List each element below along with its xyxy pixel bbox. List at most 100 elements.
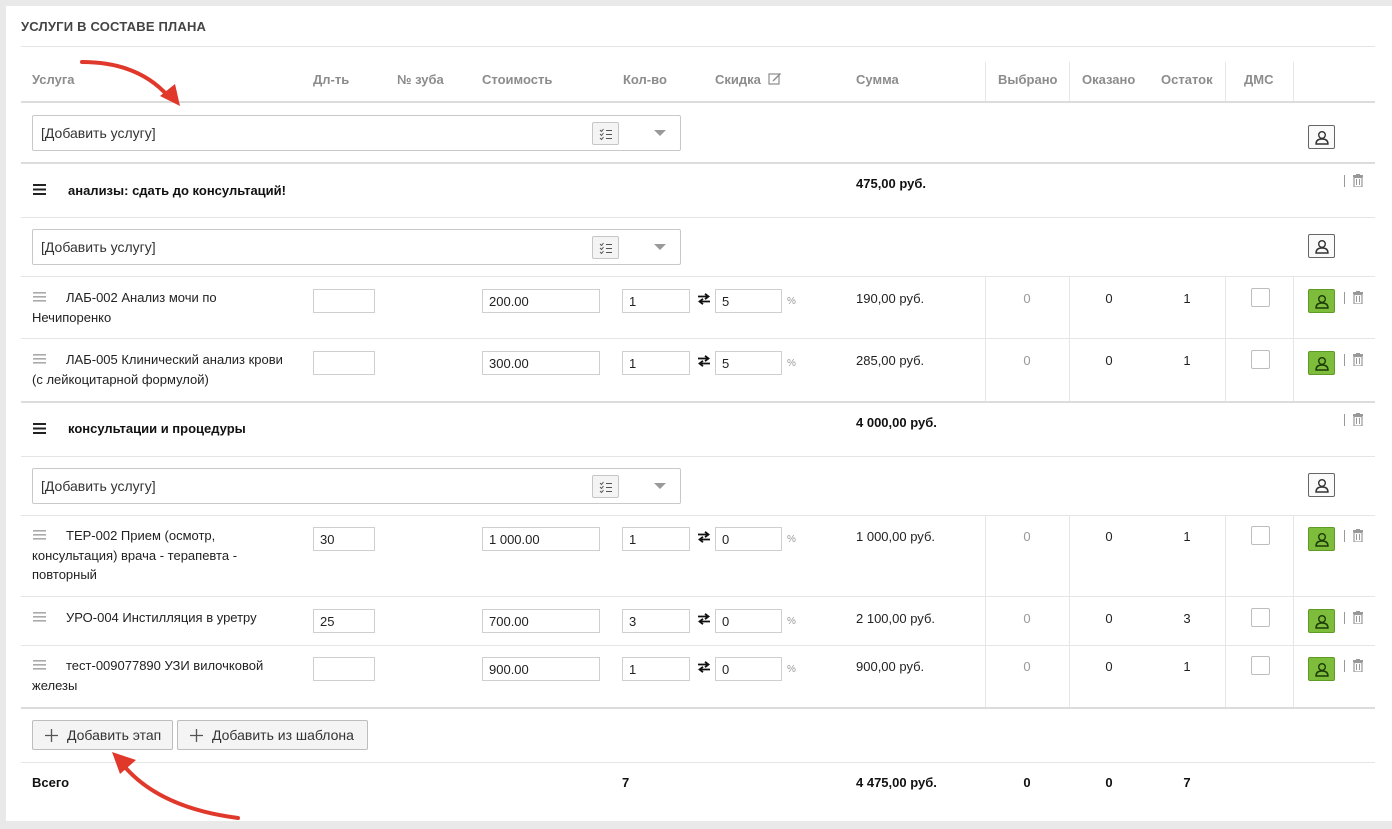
service-name: ТЕР-002 Прием (осмотр, консультация) вра…: [32, 528, 238, 582]
trash-icon[interactable]: [1353, 291, 1363, 304]
cell-divider: [1225, 277, 1226, 401]
duration-input[interactable]: [313, 351, 375, 375]
price-input[interactable]: [482, 609, 600, 633]
price-input[interactable]: [482, 351, 600, 375]
qty-input[interactable]: [622, 351, 690, 375]
dms-checkbox[interactable]: [1251, 350, 1270, 369]
divider: [21, 762, 1375, 763]
header-divider: [1069, 62, 1070, 102]
trash-icon[interactable]: [1353, 174, 1363, 187]
plus-icon: [45, 729, 58, 742]
edit-discount-icon[interactable]: [768, 71, 782, 85]
person-icon: [1315, 533, 1329, 547]
assign-doctor-button[interactable]: [1308, 657, 1335, 681]
chevron-down-icon[interactable]: [654, 483, 666, 489]
trash-icon[interactable]: [1353, 413, 1363, 426]
separator: [1344, 612, 1345, 624]
col-rest: Остаток: [1161, 72, 1213, 87]
price-input[interactable]: [482, 289, 600, 313]
service-list-button[interactable]: [592, 236, 619, 259]
cell-divider: [985, 516, 986, 707]
qty-input[interactable]: [622, 527, 690, 551]
person-icon: [1315, 240, 1329, 254]
row-sum: 900,00 руб.: [856, 659, 925, 674]
dms-checkbox[interactable]: [1251, 526, 1270, 545]
assign-doctor-button[interactable]: [1308, 289, 1335, 313]
duration-input[interactable]: [313, 657, 375, 681]
trash-icon[interactable]: [1353, 353, 1363, 366]
col-service: Услуга: [32, 72, 75, 87]
group-sum: 475,00 руб.: [856, 176, 927, 191]
duration-input[interactable]: [313, 527, 375, 551]
total-rest: 7: [1183, 775, 1191, 790]
service-list-button[interactable]: [592, 122, 619, 145]
rest-count: 1: [1183, 529, 1191, 544]
person-icon: [1315, 357, 1329, 371]
assign-doctor-button[interactable]: [1308, 234, 1335, 258]
total-sum: 4 475,00 руб.: [856, 775, 937, 790]
duration-input[interactable]: [313, 609, 375, 633]
assign-doctor-button[interactable]: [1308, 351, 1335, 375]
discount-input[interactable]: [715, 527, 782, 551]
trash-icon[interactable]: [1353, 529, 1363, 542]
group-menu-icon[interactable]: [33, 423, 46, 434]
price-input[interactable]: [482, 657, 600, 681]
done-count: 0: [1105, 353, 1113, 368]
add-service-combo[interactable]: [Добавить услугу]: [32, 468, 681, 504]
row-sum: 1 000,00 руб.: [856, 529, 936, 544]
group-menu-icon[interactable]: [33, 184, 46, 195]
discount-input[interactable]: [715, 351, 782, 375]
qty-input[interactable]: [622, 657, 690, 681]
qty-input[interactable]: [622, 609, 690, 633]
cell-divider: [1225, 516, 1226, 707]
chevron-down-icon[interactable]: [654, 130, 666, 136]
swap-icon[interactable]: [697, 613, 711, 625]
discount-input[interactable]: [715, 609, 782, 633]
assign-doctor-button[interactable]: [1308, 473, 1335, 497]
add-service-value: [Добавить услугу]: [41, 239, 156, 255]
assign-doctor-button[interactable]: [1308, 125, 1335, 149]
add-service-value: [Добавить услугу]: [41, 125, 156, 141]
swap-icon[interactable]: [697, 531, 711, 543]
swap-icon[interactable]: [697, 293, 711, 305]
service-name: ЛАБ-002 Анализ мочи по Нечипоренко: [32, 290, 217, 325]
duration-input[interactable]: [313, 289, 375, 313]
discount-input[interactable]: [715, 657, 782, 681]
total-qty: 7: [622, 775, 630, 790]
service-list-button[interactable]: [592, 475, 619, 498]
rest-count: 1: [1183, 291, 1191, 306]
plus-icon: [190, 729, 203, 742]
assign-doctor-button[interactable]: [1308, 609, 1335, 633]
chevron-down-icon[interactable]: [654, 244, 666, 250]
dms-checkbox[interactable]: [1251, 608, 1270, 627]
separator: [1344, 414, 1345, 426]
group-sum: 4 000,00 руб.: [856, 415, 937, 430]
cell-divider: [985, 277, 986, 401]
add-service-combo[interactable]: [Добавить услугу]: [32, 229, 681, 265]
checklist-icon: [599, 242, 612, 254]
rest-count: 1: [1183, 353, 1191, 368]
col-done: Оказано: [1082, 72, 1136, 87]
row-sum: 190,00 руб.: [856, 291, 925, 306]
add-from-template-button[interactable]: Добавить из шаблона: [177, 720, 368, 750]
dms-checkbox[interactable]: [1251, 288, 1270, 307]
qty-input[interactable]: [622, 289, 690, 313]
discount-input[interactable]: [715, 289, 782, 313]
divider: [21, 645, 1375, 646]
assign-doctor-button[interactable]: [1308, 527, 1335, 551]
done-count: 0: [1105, 529, 1113, 544]
done-count: 0: [1105, 291, 1113, 306]
row-sum: 2 100,00 руб.: [856, 611, 936, 626]
add-service-combo[interactable]: [Добавить услугу]: [32, 115, 681, 151]
divider: [21, 276, 1375, 277]
trash-icon[interactable]: [1353, 659, 1363, 672]
swap-icon[interactable]: [697, 661, 711, 673]
add-stage-button[interactable]: Добавить этап: [32, 720, 173, 750]
trash-icon[interactable]: [1353, 611, 1363, 624]
service-name: тест-009077890 УЗИ вилочковой железы: [32, 658, 264, 693]
divider: [21, 596, 1375, 597]
percent-sign: %: [787, 664, 796, 675]
dms-checkbox[interactable]: [1251, 656, 1270, 675]
price-input[interactable]: [482, 527, 600, 551]
swap-icon[interactable]: [697, 355, 711, 367]
